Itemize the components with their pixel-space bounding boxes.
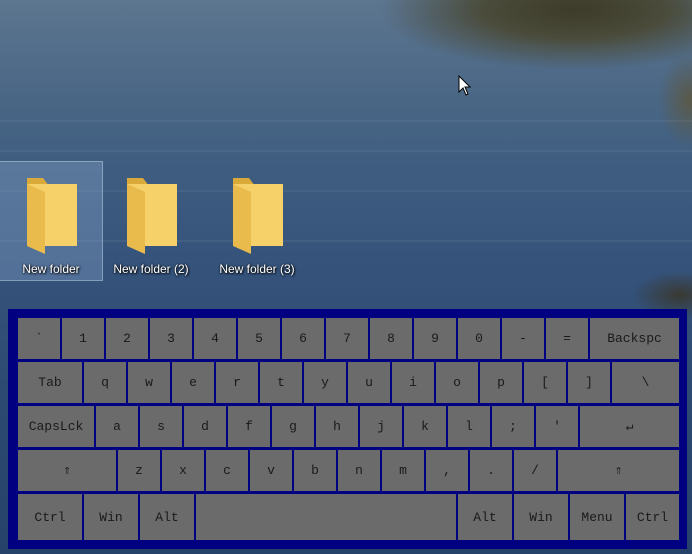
mouse-cursor-icon <box>458 75 472 96</box>
key-alt-left[interactable]: Alt <box>139 493 195 541</box>
key-backtick[interactable]: ` <box>17 317 61 360</box>
key-quote[interactable]: ' <box>535 405 579 448</box>
keyboard-row-4: ⇑ z x c v b n m , . / ⇑ <box>17 449 680 492</box>
key-period[interactable]: . <box>469 449 513 492</box>
keyboard-row-1: ` 1 2 3 4 5 6 7 8 9 0 - = Backspc <box>17 317 680 360</box>
key-alt-right[interactable]: Alt <box>457 493 513 541</box>
key-n[interactable]: n <box>337 449 381 492</box>
key-minus[interactable]: - <box>501 317 545 360</box>
key-o[interactable]: o <box>435 361 479 404</box>
key-m[interactable]: m <box>381 449 425 492</box>
key-5[interactable]: 5 <box>237 317 281 360</box>
key-left-bracket[interactable]: [ <box>523 361 567 404</box>
key-y[interactable]: y <box>303 361 347 404</box>
key-9[interactable]: 9 <box>413 317 457 360</box>
folder-icon <box>127 178 177 254</box>
key-slash[interactable]: / <box>513 449 557 492</box>
key-t[interactable]: t <box>259 361 303 404</box>
key-menu[interactable]: Menu <box>569 493 625 541</box>
key-enter[interactable]: ↵ <box>579 405 680 448</box>
key-z[interactable]: z <box>117 449 161 492</box>
desktop-icon-label: New folder (3) <box>219 262 295 276</box>
key-semicolon[interactable]: ; <box>491 405 535 448</box>
folder-icon <box>233 178 283 254</box>
key-3[interactable]: 3 <box>149 317 193 360</box>
key-7[interactable]: 7 <box>325 317 369 360</box>
key-6[interactable]: 6 <box>281 317 325 360</box>
key-win-right[interactable]: Win <box>513 493 569 541</box>
folder-icon <box>27 178 77 254</box>
key-u[interactable]: u <box>347 361 391 404</box>
key-0[interactable]: 0 <box>457 317 501 360</box>
key-comma[interactable]: , <box>425 449 469 492</box>
key-equals[interactable]: = <box>545 317 589 360</box>
key-4[interactable]: 4 <box>193 317 237 360</box>
key-g[interactable]: g <box>271 405 315 448</box>
key-shift-left[interactable]: ⇑ <box>17 449 117 492</box>
key-b[interactable]: b <box>293 449 337 492</box>
key-c[interactable]: c <box>205 449 249 492</box>
on-screen-keyboard: ` 1 2 3 4 5 6 7 8 9 0 - = Backspc Tab q … <box>8 309 687 549</box>
key-space[interactable] <box>195 493 457 541</box>
key-right-bracket[interactable]: ] <box>567 361 611 404</box>
desktop-icon-label: New folder (2) <box>113 262 189 276</box>
key-f[interactable]: f <box>227 405 271 448</box>
key-x[interactable]: x <box>161 449 205 492</box>
key-h[interactable]: h <box>315 405 359 448</box>
key-v[interactable]: v <box>249 449 293 492</box>
keyboard-row-2: Tab q w e r t y u i o p [ ] \ <box>17 361 680 404</box>
desktop-icon-new-folder[interactable]: New folder <box>0 161 103 281</box>
key-j[interactable]: j <box>359 405 403 448</box>
key-8[interactable]: 8 <box>369 317 413 360</box>
key-i[interactable]: i <box>391 361 435 404</box>
key-backslash[interactable]: \ <box>611 361 680 404</box>
key-d[interactable]: d <box>183 405 227 448</box>
key-a[interactable]: a <box>95 405 139 448</box>
desktop-icon-new-folder-3[interactable]: New folder (3) <box>206 162 308 280</box>
key-win-left[interactable]: Win <box>83 493 139 541</box>
keyboard-row-5: Ctrl Win Alt Alt Win Menu Ctrl <box>17 493 680 541</box>
key-tab[interactable]: Tab <box>17 361 83 404</box>
desktop-icon-new-folder-2[interactable]: New folder (2) <box>100 162 202 280</box>
key-capslock[interactable]: CapsLck <box>17 405 95 448</box>
key-l[interactable]: l <box>447 405 491 448</box>
key-s[interactable]: s <box>139 405 183 448</box>
key-ctrl-right[interactable]: Ctrl <box>625 493 680 541</box>
key-p[interactable]: p <box>479 361 523 404</box>
key-k[interactable]: k <box>403 405 447 448</box>
key-2[interactable]: 2 <box>105 317 149 360</box>
key-shift-right[interactable]: ⇑ <box>557 449 680 492</box>
desktop-icon-label: New folder <box>22 262 80 276</box>
key-ctrl-left[interactable]: Ctrl <box>17 493 83 541</box>
key-q[interactable]: q <box>83 361 127 404</box>
key-w[interactable]: w <box>127 361 171 404</box>
key-backspace[interactable]: Backspc <box>589 317 680 360</box>
keyboard-row-3: CapsLck a s d f g h j k l ; ' ↵ <box>17 405 680 448</box>
key-1[interactable]: 1 <box>61 317 105 360</box>
key-r[interactable]: r <box>215 361 259 404</box>
key-e[interactable]: e <box>171 361 215 404</box>
